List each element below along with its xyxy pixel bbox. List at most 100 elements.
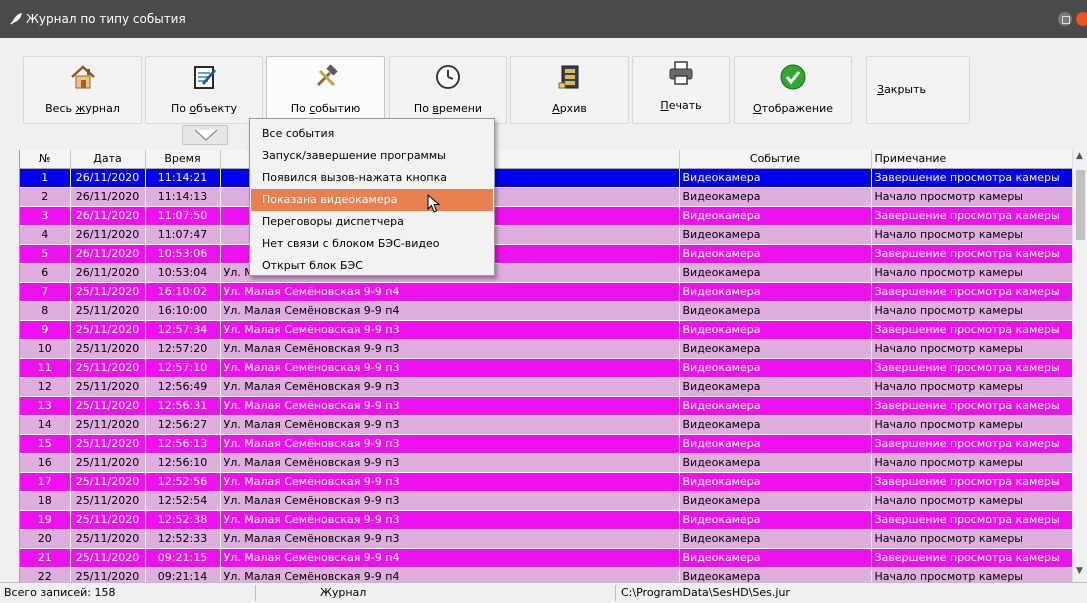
dropdown-toggle-button[interactable] <box>182 125 228 145</box>
minimize-button[interactable] <box>1058 12 1072 26</box>
table-row[interactable]: 16 25/11/2020 12:56:10 Ул. Малая Семёновска… <box>20 453 1077 473</box>
check-icon <box>780 64 806 90</box>
table-cell: 16:10:00 <box>145 301 221 321</box>
table-cell: 25/11/2020 <box>70 377 146 397</box>
table-cell: Ул. Малая Семёновская 9-9 п3 <box>220 415 680 435</box>
menu-item[interactable]: Показана видеокамера <box>251 189 493 211</box>
table-row[interactable]: 9 25/11/2020 12:57:34 Ул. Малая Семёновская… <box>20 320 1077 340</box>
table-row[interactable]: 7 25/11/2020 16:10:02 Ул. Малая Семёновская… <box>20 282 1077 302</box>
display-button[interactable]: Отображение <box>734 56 852 124</box>
archive-button[interactable]: Архив <box>510 56 629 124</box>
mouse-cursor-icon <box>427 194 441 213</box>
table-cell: 19 <box>20 510 71 530</box>
title-bar[interactable]: Журнал по типу события <box>0 0 1087 38</box>
table-row[interactable]: 10 25/11/2020 12:57:20 Ул. Малая Семёновска… <box>20 339 1077 359</box>
table-cell: Начало просмотр камеры <box>871 301 1077 321</box>
menu-item[interactable]: Открыт блок БЭС <box>251 255 493 277</box>
menu-item[interactable]: Все события <box>251 123 493 145</box>
printer-icon <box>669 61 693 85</box>
archive-label: Архив <box>552 102 587 115</box>
table-cell: 2 <box>20 187 71 207</box>
table-row[interactable]: 18 25/11/2020 12:52:54 Ул. Малая Семёновска… <box>20 491 1077 511</box>
table-cell: 12:56:10 <box>145 453 221 473</box>
table-row[interactable]: 1 26/11/2020 11:14:21 Видеокамера Завершение… <box>20 168 1077 188</box>
menu-item[interactable]: Переговоры диспетчера <box>251 211 493 233</box>
column-header[interactable]: Примечание <box>871 150 1077 169</box>
menu-item[interactable]: Запуск/завершение программы <box>251 145 493 167</box>
column-header[interactable]: Дата <box>70 150 146 169</box>
table-cell: Видеокамера <box>679 529 872 549</box>
table-cell: Начало просмотр камеры <box>871 453 1077 473</box>
scroll-down-icon[interactable]: ▼ <box>1076 566 1083 576</box>
table-row[interactable]: 3 26/11/2020 11:07:50 Видеокамера Завершение… <box>20 206 1077 226</box>
table-cell: Видеокамера <box>679 263 872 283</box>
table-cell: Видеокамера <box>679 491 872 511</box>
table-row[interactable]: 22 25/11/2020 09:21:14 Ул. Малая Семёновска… <box>20 567 1077 582</box>
clock-icon <box>436 65 460 89</box>
by-time-button[interactable]: По времени <box>389 56 507 124</box>
table-cell: 26/11/2020 <box>70 168 146 188</box>
table-cell: Завершение просмотра камеры <box>871 168 1077 188</box>
all-journal-button[interactable]: Весь журнал <box>23 56 142 124</box>
table-cell: 12:57:34 <box>145 320 221 340</box>
menu-item[interactable]: Нет связи с блоком БЭС-видео <box>251 233 493 255</box>
record-count: Всего записей: 158 <box>4 586 116 599</box>
table-cell: 26/11/2020 <box>70 263 146 283</box>
table-row[interactable]: 626/11/202010:53:04Ул. Малая Семёновская… <box>20 263 1077 283</box>
table-cell: 09:21:14 <box>145 567 221 582</box>
table-cell: Видеокамера <box>679 225 872 245</box>
notepad-pencil-icon <box>194 66 216 89</box>
column-header[interactable]: Время <box>145 150 221 169</box>
table-row[interactable]: 17 25/11/2020 12:52:56 Ул. Малая Семёновска… <box>20 472 1077 492</box>
table-row[interactable]: 8 25/11/2020 16:10:00 Ул. Малая Семёновская… <box>20 301 1077 321</box>
table-cell: Видеокамера <box>679 396 872 416</box>
table-cell: 25/11/2020 <box>70 358 146 378</box>
table-cell: Завершение просмотра камеры <box>871 472 1077 492</box>
status-bar: Всего записей: 158 Журнал C:\ProgramData… <box>0 582 1087 603</box>
print-button[interactable]: Печать <box>632 56 730 124</box>
column-header[interactable]: Событие <box>679 150 872 169</box>
table-row[interactable]: 21 25/11/2020 09:21:15 Ул. Малая Семёновска… <box>20 548 1077 568</box>
scroll-thumb[interactable] <box>1076 170 1085 240</box>
table-cell: Видеокамера <box>679 377 872 397</box>
table-cell: Начало просмотр камеры <box>871 567 1077 582</box>
table-cell: Видеокамера <box>679 434 872 454</box>
table-row[interactable]: 12 25/11/2020 12:56:49 Ул. Малая Семёновска… <box>20 377 1077 397</box>
table-cell: Видеокамера <box>679 320 872 340</box>
column-header[interactable]: № <box>20 150 71 169</box>
table-row[interactable]: 11 25/11/2020 12:57:10 Ул. Малая Семёновска… <box>20 358 1077 378</box>
table-row[interactable]: 14 25/11/2020 12:56:27 Ул. Малая Семёновска… <box>20 415 1077 435</box>
table-row[interactable]: 13 25/11/2020 12:56:31 Ул. Малая Семёновска… <box>20 396 1077 416</box>
table-row[interactable]: 20 25/11/2020 12:52:33 Ул. Малая Семёновска… <box>20 529 1077 549</box>
table-cell: 10 <box>20 339 71 359</box>
table-cell: 11:14:13 <box>145 187 221 207</box>
table-cell: Ул. Малая Семёновская 9-9 п4 <box>220 301 680 321</box>
table-row[interactable]: 5 26/11/2020 10:53:06 Видеокамера Завершение… <box>20 244 1077 264</box>
scroll-up-icon[interactable]: ▲ <box>1076 151 1083 161</box>
table-cell: 26/11/2020 <box>70 244 146 264</box>
vertical-scrollbar[interactable]: ▲ ▼ <box>1072 150 1087 582</box>
table-cell: 3 <box>20 206 71 226</box>
by-object-button[interactable]: По объекту <box>145 56 263 124</box>
close-button[interactable]: Закрыть <box>866 56 970 124</box>
close-window-button[interactable] <box>1076 12 1087 26</box>
table-cell: Ул. Малая Семёновская 9-9 п4 <box>220 282 680 302</box>
table-cell: 4 <box>20 225 71 245</box>
table-cell: 26/11/2020 <box>70 206 146 226</box>
table-cell: 25/11/2020 <box>70 282 146 302</box>
table-row[interactable]: 15 25/11/2020 12:56:13 Ул. Малая Семёновска… <box>20 434 1077 454</box>
table-cell: Ул. Малая Семёновская 9-9 п3 <box>220 358 680 378</box>
table-row[interactable]: 19 25/11/2020 12:52:38 Ул. Малая Семёновска… <box>20 510 1077 530</box>
table-row[interactable]: 2 26/11/2020 11:14:13 Видеокамера Начало про… <box>20 187 1077 207</box>
menu-item[interactable]: Появился вызов-нажата кнопка <box>251 167 493 189</box>
by-event-button[interactable]: По событию <box>266 56 385 124</box>
table-cell: 6 <box>20 263 71 283</box>
table-cell: Завершение просмотра камеры <box>871 548 1077 568</box>
table-cell: Завершение просмотра камеры <box>871 282 1077 302</box>
table-cell: Начало просмотр камеры <box>871 263 1077 283</box>
table-cell: 11:07:47 <box>145 225 221 245</box>
table-row[interactable]: 4 26/11/2020 11:07:47 Видеокамера Начало про… <box>20 225 1077 245</box>
table-cell: 25/11/2020 <box>70 548 146 568</box>
journal-window: Журнал по типу события Весь журнал По об… <box>0 0 1087 603</box>
table-cell: 11:14:21 <box>145 168 221 188</box>
